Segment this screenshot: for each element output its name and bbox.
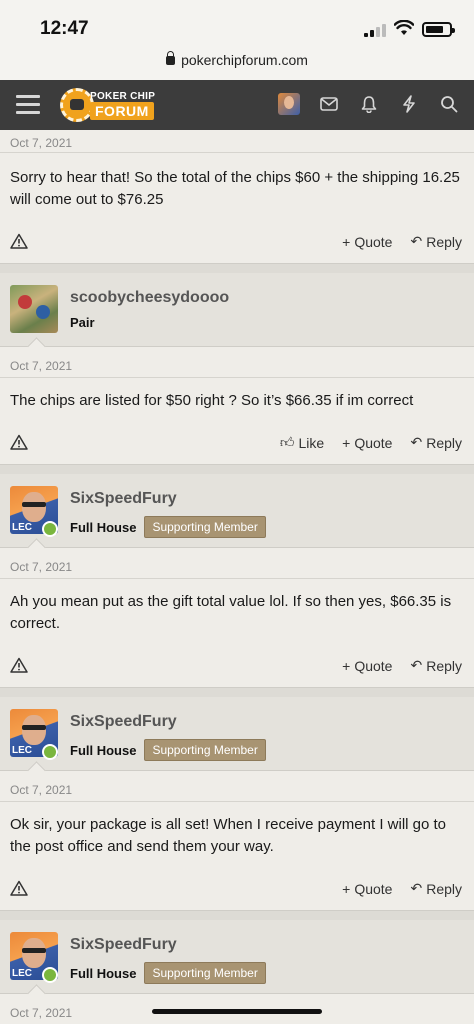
- logo-text-bottom: FORUM: [90, 102, 154, 120]
- home-indicator[interactable]: [152, 1009, 322, 1014]
- reply-icon: ↶: [410, 880, 423, 896]
- like-button[interactable]: 👍︎ Like: [280, 434, 324, 451]
- post-date[interactable]: Oct 7, 2021: [0, 548, 474, 578]
- post: Oct 7, 2021 Sorry to hear that! So the t…: [0, 130, 474, 264]
- quote-button[interactable]: + Quote: [342, 880, 392, 897]
- url-text: pokerchipforum.com: [181, 52, 308, 68]
- online-status-icon: [42, 744, 58, 760]
- supporting-member-badge: Supporting Member: [144, 962, 266, 984]
- username[interactable]: scoobycheesydoooo: [70, 289, 229, 307]
- post: LEC SixSpeedFury Full House Supporting Me…: [0, 474, 474, 688]
- post-actions: + Quote ↶ Reply: [0, 221, 474, 263]
- reply-icon: ↶: [410, 434, 423, 450]
- poker-chip-logo-icon: [60, 88, 94, 122]
- report-icon[interactable]: [10, 657, 28, 673]
- plus-icon: +: [342, 657, 351, 674]
- user-title: Pair: [70, 315, 95, 330]
- quote-button[interactable]: + Quote: [342, 434, 392, 451]
- reply-button[interactable]: ↶ Reply: [410, 880, 462, 897]
- post-date[interactable]: Oct 7, 2021: [0, 130, 474, 152]
- reply-button[interactable]: ↶ Reply: [410, 233, 462, 250]
- reply-icon: ↶: [410, 233, 423, 249]
- status-bar: 12:47 pokerchipforum.com: [0, 0, 474, 80]
- post-body: Sorry to hear that! So the total of the …: [10, 169, 460, 208]
- account-avatar[interactable]: [278, 93, 300, 115]
- user-title: Full House Supporting Member: [70, 962, 266, 984]
- post: scoobycheesydoooo Pair Oct 7, 2021 The c…: [0, 273, 474, 465]
- post-actions: + Quote ↶ Reply: [0, 645, 474, 687]
- reply-button[interactable]: ↶ Reply: [410, 657, 462, 674]
- post-actions: 👍︎ Like + Quote ↶ Reply: [0, 422, 474, 464]
- report-icon[interactable]: [10, 233, 28, 249]
- report-icon[interactable]: [10, 434, 28, 450]
- online-status-icon: [42, 521, 58, 537]
- lightning-icon[interactable]: [398, 93, 420, 115]
- user-title: Full House Supporting Member: [70, 739, 266, 761]
- username[interactable]: SixSpeedFury: [70, 713, 177, 731]
- avatar[interactable]: [10, 285, 58, 333]
- post-user-block: LEC SixSpeedFury Full House Supporting Me…: [0, 474, 474, 548]
- report-icon[interactable]: [10, 880, 28, 896]
- forum-header: POKER CHIP FORUM: [0, 80, 474, 130]
- plus-icon: +: [342, 434, 351, 451]
- post-body: The chips are listed for $50 right ? So …: [10, 392, 414, 409]
- battery-icon: [422, 22, 455, 37]
- post-user-block: scoobycheesydoooo Pair: [0, 273, 474, 347]
- post-body: Ok sir, your package is all set! When I …: [10, 816, 447, 855]
- post-actions: + Quote ↶ Reply: [0, 868, 474, 910]
- post: LEC SixSpeedFury Full House Supporting Me…: [0, 697, 474, 911]
- bell-icon[interactable]: [358, 93, 380, 115]
- url-bar[interactable]: pokerchipforum.com: [0, 51, 474, 68]
- inbox-icon[interactable]: [318, 93, 340, 115]
- lock-icon: [166, 51, 176, 65]
- search-icon[interactable]: [438, 93, 460, 115]
- username[interactable]: SixSpeedFury: [70, 490, 177, 508]
- thread-content: Oct 7, 2021 Sorry to hear that! So the t…: [0, 130, 474, 1024]
- username[interactable]: SixSpeedFury: [70, 936, 177, 954]
- site-logo[interactable]: POKER CHIP FORUM: [60, 88, 160, 122]
- cellular-signal-icon: [364, 24, 386, 37]
- quote-button[interactable]: + Quote: [342, 657, 392, 674]
- plus-icon: +: [342, 880, 351, 897]
- supporting-member-badge: Supporting Member: [144, 516, 266, 538]
- online-status-icon: [42, 967, 58, 983]
- menu-icon[interactable]: [16, 95, 40, 115]
- post-body: Ah you mean put as the gift total value …: [10, 593, 452, 632]
- post-date[interactable]: Oct 7, 2021: [0, 347, 474, 377]
- thumbs-up-icon: 👍︎: [279, 434, 295, 450]
- reply-button[interactable]: ↶ Reply: [410, 434, 462, 451]
- supporting-member-badge: Supporting Member: [144, 739, 266, 761]
- post-date[interactable]: Oct 7, 2021: [0, 771, 474, 801]
- reply-icon: ↶: [410, 657, 423, 673]
- quote-button[interactable]: + Quote: [342, 233, 392, 250]
- wifi-icon: [394, 20, 414, 35]
- post-user-block: LEC SixSpeedFury Full House Supporting Me…: [0, 920, 474, 994]
- logo-text-top: POKER CHIP: [90, 91, 156, 102]
- status-time: 12:47: [40, 18, 89, 39]
- post-user-block: LEC SixSpeedFury Full House Supporting Me…: [0, 697, 474, 771]
- plus-icon: +: [342, 233, 351, 250]
- user-title: Full House Supporting Member: [70, 516, 266, 538]
